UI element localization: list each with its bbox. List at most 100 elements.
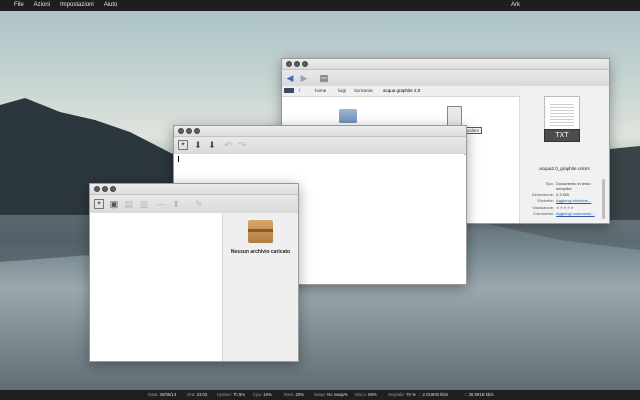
new-document-icon[interactable]: ✦ [178,140,188,150]
property-row: Valutazione: ★★★★★ [522,205,602,210]
status-item: Ram: 25% [284,390,304,400]
property-value: 2,3 KiB [556,192,569,198]
property-row: Dimensione: 2,3 KiB [522,192,602,197]
breadcrumb-current[interactable]: acqua graphite 2.0 [383,86,420,96]
file-preview: TXT [544,96,580,142]
property-label: Dimensione: [531,192,554,198]
maximize-button[interactable] [110,186,116,192]
menu-impostazioni[interactable]: Impostazioni [60,0,94,11]
undo-icon[interactable]: ↶ [223,140,233,150]
status-label: Segnale: [388,392,405,397]
open-icon[interactable]: ⬇ [193,140,203,150]
open-archive-icon[interactable]: ▣ [109,199,119,209]
delete-icon[interactable]: — [156,199,166,209]
property-value: Documento in testo semplice [556,181,591,191]
package-icon [248,220,273,243]
extract-icon[interactable]: ▤ [124,199,134,209]
property-row: Commento: Aggiungi commento... [522,211,602,216]
breadcrumb-scrivania[interactable]: Scrivania [354,86,373,96]
property-value: ★★★★★ [556,204,574,210]
archive-info-panel: Nessun archivio caricato [223,213,298,361]
text-editor-titlebar[interactable] [174,126,466,137]
property-label: Tipo: [545,181,554,186]
info-scrollbar[interactable] [602,179,605,219]
status-item: ↓: 2.019KB kb/s [418,390,448,400]
close-button[interactable] [178,128,184,134]
new-archive-icon[interactable]: ✦ [94,199,104,209]
export-icon[interactable]: ⬆ [171,199,181,209]
status-value: 15% [263,392,272,397]
print-icon[interactable]: ▤ [319,73,329,83]
status-value: 36.991B kb/s [468,392,494,397]
status-item: ↑: 36.991B kb/s [464,390,494,400]
empty-archive-label: Nessun archivio caricato [230,249,291,255]
menu-azioni[interactable]: Azioni [34,0,50,11]
minimize-button[interactable] [102,186,108,192]
breadcrumb-root[interactable]: / [299,86,300,96]
ark-titlebar[interactable] [90,184,298,195]
file-manager-titlebar[interactable] [282,59,609,70]
menu-file[interactable]: File [14,0,24,11]
status-value: 2.019KB kb/s [422,392,449,397]
text-file-icon[interactable] [447,106,462,126]
status-label: Disco: [355,392,367,397]
ark-window: ✦ ▣ ▤ ▥ — ⬆ ✎ Nessun archivio caricato [89,183,299,362]
property-label: Etichette: [537,198,554,204]
add-files-icon[interactable]: ▥ [139,199,149,209]
top-menubar: File Azioni Impostazioni Aiuto Ark [0,0,640,11]
file-manager-toolbar: ◀ ▶ ▤ [282,70,609,87]
status-value: 7h 8m [233,392,245,397]
redo-icon[interactable]: ↷ [237,140,247,150]
archive-content-list[interactable] [90,213,223,361]
system-status-bar: Data: 25/05/13 Ora: 23:03 Uptime: 7h 8m Cpu… [0,390,640,400]
status-value: No swap% [327,392,348,397]
status-item: Cpu: 15% [253,390,272,400]
preview-type-label: TXT [544,129,580,142]
search-icon[interactable]: ✎ [194,199,204,209]
property-label: Valutazione: [532,204,554,210]
text-editor-toolbar: ✦ ⬇ ⬇ ↶ ↷ [174,137,466,155]
status-value: 25/05/13 [159,392,177,397]
info-panel: TXT acqua2.0_graphite.colors Tipo: Docume… [520,86,609,223]
property-label: Commento: [533,210,554,216]
status-label: ↑: [464,392,468,397]
active-app-name: Ark [511,2,520,8]
status-label: Ora: [187,392,196,397]
status-item: Ora: 23:03 [187,390,207,400]
close-button[interactable] [94,186,100,192]
ark-toolbar: ✦ ▣ ▤ ▥ — ⬆ ✎ [90,195,298,214]
breadcrumb: / home luigi Scrivania acqua graphite 2.… [282,86,522,97]
minimize-button[interactable] [294,61,300,67]
drive-icon[interactable] [284,88,294,93]
status-item: Disco: 69% [355,390,377,400]
property-row: Tipo: Documento in testo semplice [522,181,602,191]
close-button[interactable] [286,61,292,67]
file-properties: Tipo: Documento in testo semplice Dimensio… [522,181,602,217]
maximize-button[interactable] [194,128,200,134]
maximize-button[interactable] [302,61,308,67]
menu-aiuto[interactable]: Aiuto [104,0,118,11]
breadcrumb-luigi[interactable]: luigi [338,86,346,96]
status-label: Uptime: [217,392,232,397]
status-item: Uptime: 7h 8m [217,390,245,400]
text-cursor [178,156,179,162]
minimize-button[interactable] [186,128,192,134]
status-value: 23:03 [196,392,208,397]
status-item: Swap: No swap% [314,390,348,400]
property-value[interactable]: Aggiungi commento... [556,211,595,216]
status-label: Cpu: [253,392,263,397]
file-name: acqua2.0_graphite.colors [539,166,590,171]
status-label: Data: [148,392,159,397]
property-value[interactable]: Aggiungi etichette... [556,198,591,203]
status-value: 69% [368,392,377,397]
breadcrumb-home[interactable]: home [315,86,326,96]
save-icon[interactable]: ⬇ [207,140,217,150]
status-label: ↓: [418,392,422,397]
back-arrow-icon[interactable]: ◀ [285,73,295,83]
status-value: 70 % [406,392,416,397]
property-row: Etichette: Aggiungi etichette... [522,198,602,203]
status-label: Ram: [284,392,295,397]
status-label: Swap: [314,392,326,397]
folder-icon[interactable] [339,109,357,123]
forward-arrow-icon[interactable]: ▶ [299,73,309,83]
